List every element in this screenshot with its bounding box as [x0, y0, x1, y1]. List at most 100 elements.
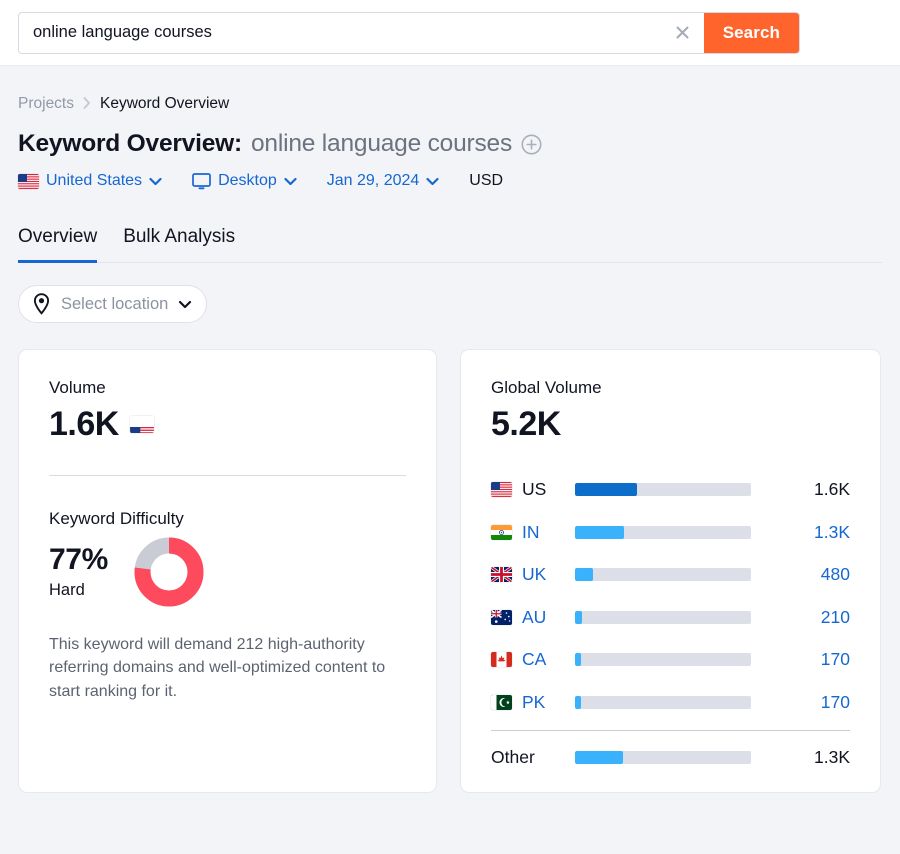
global-volume-row[interactable]: AU 210 [491, 596, 850, 639]
country-selector[interactable]: United States [18, 172, 162, 190]
volume-bar-track [575, 611, 751, 624]
country-code-pk[interactable]: PK [522, 692, 545, 713]
search-input[interactable] [19, 13, 662, 53]
volume-bar-fill [575, 696, 581, 709]
close-icon [673, 23, 692, 42]
map-pin-icon [32, 293, 51, 315]
keyword-difficulty-rating: Hard [49, 581, 108, 600]
meta-row: United States Desktop Jan 29, 2024 USD [18, 172, 882, 190]
card-divider [49, 475, 406, 476]
country-cell: IN [491, 522, 575, 543]
location-select[interactable]: Select location [18, 285, 207, 323]
volume-label: Volume [49, 378, 406, 398]
tab-bar: Overview Bulk Analysis [18, 226, 882, 263]
tab-overview[interactable]: Overview [18, 226, 97, 263]
page-title-keyword: online language courses [251, 130, 512, 158]
global-volume-row[interactable]: UK 480 [491, 554, 850, 597]
breadcrumb: Projects Keyword Overview [18, 66, 882, 113]
difficulty-donut-chart [134, 537, 204, 607]
add-keyword-button[interactable] [521, 134, 542, 155]
search-button[interactable]: Search [704, 13, 799, 53]
keyword-difficulty-percent: 77% [49, 544, 108, 576]
page-title-prefix: Keyword Overview: [18, 130, 242, 158]
page-title: Keyword Overview: online language course… [18, 130, 882, 158]
chevron-down-icon [426, 177, 439, 186]
in-flag-svg [491, 525, 512, 540]
volume-bar-fill [575, 568, 593, 581]
volume-bar-track [575, 483, 751, 496]
us-flag-icon [130, 416, 154, 433]
uk-flag-svg [491, 567, 512, 582]
location-placeholder: Select location [61, 295, 168, 314]
volume-bar-fill [575, 653, 581, 666]
pk-flag-icon [491, 695, 512, 710]
volume-card: Volume 1.6K [18, 349, 437, 793]
ca-flag-icon [491, 652, 512, 667]
clear-search-button[interactable] [662, 13, 704, 53]
chevron-down-icon [178, 300, 192, 309]
global-volume-row[interactable]: IN 1.3K [491, 511, 850, 554]
volume-bar-fill [575, 526, 624, 539]
search-bar: Search [0, 0, 900, 66]
volume-bar-track [575, 751, 751, 764]
global-volume-row[interactable]: PK 170 [491, 681, 850, 724]
au-flag-svg [491, 610, 512, 625]
country-code-in[interactable]: IN [522, 522, 540, 543]
volume-value-ca[interactable]: 170 [751, 649, 850, 670]
volume-bar-track [575, 653, 751, 666]
in-flag-icon [491, 525, 512, 540]
keyword-difficulty-block: Keyword Difficulty 77% Hard This keyword… [49, 509, 406, 704]
chevron-down-icon [149, 177, 162, 186]
country-code-ca[interactable]: CA [522, 649, 546, 670]
global-volume-row[interactable]: CA 170 [491, 639, 850, 682]
volume-bar-fill [575, 751, 623, 764]
volume-bar-fill [575, 611, 582, 624]
breadcrumb-projects[interactable]: Projects [18, 95, 74, 113]
volume-bar-fill [575, 483, 637, 496]
country-code-uk[interactable]: UK [522, 564, 546, 585]
country-cell: UK [491, 564, 575, 585]
country-label: United States [46, 172, 142, 190]
date-label: Jan 29, 2024 [327, 172, 420, 190]
global-volume-card: Global Volume 5.2K US1.6KIN1.3KUK480AU21… [460, 349, 881, 793]
uk-flag-icon [491, 567, 512, 582]
breadcrumb-separator-icon [83, 97, 91, 111]
volume-value-row: 1.6K [49, 407, 406, 443]
currency-label: USD [469, 172, 503, 190]
global-volume-row: Other 1.3K [491, 737, 850, 780]
search-shell: Search [18, 12, 800, 54]
volume-value-au[interactable]: 210 [751, 607, 850, 628]
tab-bulk-analysis[interactable]: Bulk Analysis [123, 226, 235, 263]
volume-value-us: 1.6K [751, 479, 850, 500]
keyword-difficulty-label: Keyword Difficulty [49, 509, 406, 529]
date-selector[interactable]: Jan 29, 2024 [327, 172, 440, 190]
country-code-other: Other [491, 747, 535, 768]
keyword-difficulty-numbers: 77% Hard [49, 544, 108, 600]
keyword-difficulty-description: This keyword will demand 212 high-author… [49, 633, 394, 704]
us-flag-svg [491, 482, 512, 497]
volume-value-uk[interactable]: 480 [751, 564, 850, 585]
volume-value-pk[interactable]: 170 [751, 692, 850, 713]
global-volume-row: US 1.6K [491, 469, 850, 512]
volume-value: 1.6K [49, 407, 119, 443]
volume-value-other: 1.3K [751, 747, 850, 768]
pk-flag-svg [491, 695, 512, 710]
device-selector[interactable]: Desktop [192, 172, 297, 190]
page-content: Projects Keyword Overview Keyword Overvi… [0, 66, 900, 793]
ca-flag-svg [491, 652, 512, 667]
keyword-difficulty-main: 77% Hard [49, 537, 406, 607]
global-volume-divider [491, 730, 850, 731]
global-volume-rows: US 1.6K IN 1.3K UK 480 AU 210 CA 170 PK 170 Other 1.3… [491, 469, 850, 780]
us-flag-icon [491, 482, 512, 497]
country-code-au[interactable]: AU [522, 607, 546, 628]
country-code-us: US [522, 479, 546, 500]
us-flag-svg [130, 427, 154, 433]
plus-circle-icon [521, 134, 542, 155]
country-cell: AU [491, 607, 575, 628]
desktop-icon [192, 173, 211, 190]
currency-value: USD [469, 172, 503, 190]
us-flag-icon [18, 174, 39, 189]
chevron-down-icon [284, 177, 297, 186]
volume-value-in[interactable]: 1.3K [751, 522, 850, 543]
device-label: Desktop [218, 172, 277, 190]
